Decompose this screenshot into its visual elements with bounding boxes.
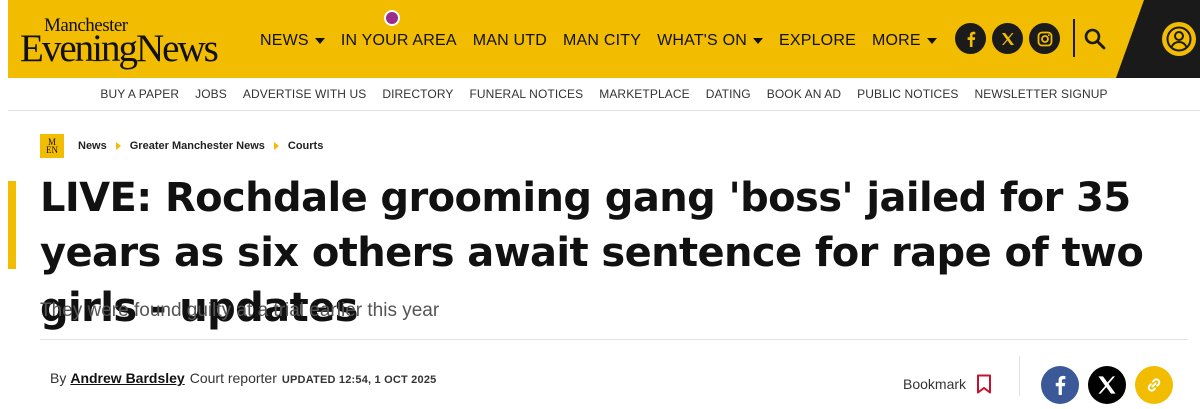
share-divider bbox=[1019, 356, 1020, 396]
bookmark-button[interactable]: Bookmark bbox=[903, 374, 992, 394]
subnav-link-dating[interactable]: DATING bbox=[706, 87, 751, 101]
x-icon[interactable] bbox=[992, 23, 1023, 54]
badge-bottom: EN bbox=[46, 145, 58, 155]
secondary-nav: BUY A PAPER JOBS ADVERTISE WITH US DIREC… bbox=[8, 78, 1200, 111]
article-standfirst: They were found guilty at a trial earlie… bbox=[40, 300, 440, 321]
nav-item-label: NEWS bbox=[260, 32, 309, 49]
nav-item-label: MAN UTD bbox=[472, 32, 548, 49]
nav-item-label: EXPLORE bbox=[778, 32, 856, 49]
search-icon[interactable] bbox=[1083, 27, 1107, 51]
facebook-share-icon[interactable] bbox=[1041, 366, 1079, 404]
subnav-link-jobs[interactable]: JOBS bbox=[195, 87, 227, 101]
nav-divider bbox=[1073, 19, 1075, 57]
nav-item-news[interactable]: NEWS bbox=[260, 32, 325, 50]
copy-link-icon[interactable] bbox=[1135, 366, 1173, 404]
nav-item-more[interactable]: MORE bbox=[872, 32, 937, 50]
bookmark-label: Bookmark bbox=[903, 376, 967, 392]
nav-item-explore[interactable]: EXPLORE bbox=[779, 32, 856, 50]
nav-item-man-city[interactable]: MAN CITY bbox=[563, 32, 641, 50]
nav-item-whats-on[interactable]: WHAT'S ON bbox=[657, 32, 763, 50]
author-role: Court reporter bbox=[189, 370, 277, 386]
men-badge-icon[interactable]: M EN bbox=[40, 134, 64, 158]
subnav-link-marketplace[interactable]: MARKETPLACE bbox=[599, 87, 689, 101]
byline-divider bbox=[40, 339, 1188, 340]
updated-timestamp: UPDATED 12:54, 1 OCT 2025 bbox=[281, 374, 437, 386]
byline-prefix: By bbox=[50, 370, 67, 386]
location-pin-icon bbox=[384, 10, 400, 26]
byline: By Andrew Bardsley Court reporter UPDATE… bbox=[50, 370, 436, 386]
facebook-icon[interactable] bbox=[955, 23, 986, 54]
instagram-icon[interactable] bbox=[1029, 23, 1060, 54]
breadcrumb: M EN News Greater Manchester News Courts bbox=[40, 134, 323, 158]
nav-item-label: IN YOUR AREA bbox=[340, 32, 457, 49]
chevron-down-icon bbox=[314, 38, 325, 44]
breadcrumb-courts[interactable]: Courts bbox=[288, 140, 323, 152]
site-logo[interactable]: Manchester EveningNews bbox=[20, 14, 235, 70]
subnav-link-funeral-notices[interactable]: FUNERAL NOTICES bbox=[469, 87, 583, 101]
bookmark-icon bbox=[977, 374, 992, 394]
breadcrumb-news[interactable]: News bbox=[78, 140, 107, 152]
logo-bottom-text: EveningNews bbox=[20, 27, 219, 70]
subnav-link-advertise[interactable]: ADVERTISE WITH US bbox=[243, 87, 367, 101]
headline-accent-bar bbox=[8, 181, 16, 269]
chevron-right-icon bbox=[115, 142, 121, 150]
chevron-down-icon bbox=[752, 38, 763, 44]
subnav-link-book-an-ad[interactable]: BOOK AN AD bbox=[767, 87, 841, 101]
nav-item-label: MORE bbox=[871, 32, 921, 49]
chevron-right-icon bbox=[273, 142, 279, 150]
author-link[interactable]: Andrew Bardsley bbox=[70, 370, 184, 386]
nav-item-label: MAN CITY bbox=[563, 32, 642, 49]
breadcrumb-greater-manchester-news[interactable]: Greater Manchester News bbox=[130, 140, 265, 152]
subnav-link-buy-a-paper[interactable]: BUY A PAPER bbox=[100, 87, 179, 101]
nav-item-label: WHAT'S ON bbox=[657, 32, 747, 49]
user-icon[interactable] bbox=[1162, 22, 1196, 56]
chevron-down-icon bbox=[926, 38, 937, 44]
subnav-link-directory[interactable]: DIRECTORY bbox=[382, 87, 453, 101]
nav-item-in-your-area[interactable]: IN YOUR AREA bbox=[341, 32, 457, 50]
nav-item-man-utd[interactable]: MAN UTD bbox=[473, 32, 547, 50]
subnav-link-newsletter[interactable]: NEWSLETTER SIGNUP bbox=[975, 87, 1108, 101]
x-share-icon[interactable] bbox=[1088, 366, 1126, 404]
subnav-link-public-notices[interactable]: PUBLIC NOTICES bbox=[857, 87, 958, 101]
main-nav: NEWS IN YOUR AREA MAN UTD MAN CITY WHAT'… bbox=[260, 32, 953, 50]
